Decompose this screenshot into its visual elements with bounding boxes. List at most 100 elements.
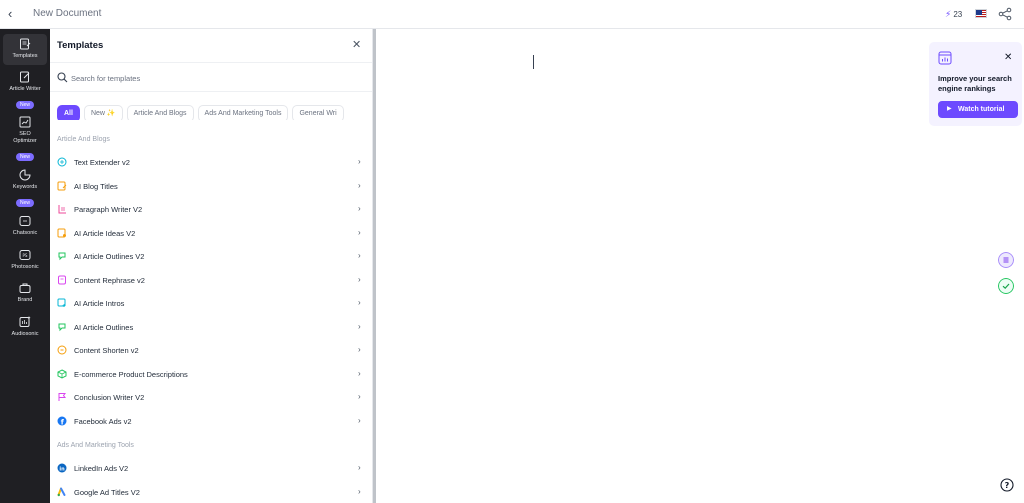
nav-item-audiosonic[interactable]: Audiosonic <box>0 316 50 338</box>
nav-item-seo-optimizer[interactable]: SEO Optimizer New <box>0 116 50 163</box>
template-label: Text Extender v2 <box>74 158 130 167</box>
template-label: Google Ad Titles V2 <box>74 488 140 497</box>
template-row[interactable]: AI Article Ideas V2 › <box>50 222 372 245</box>
template-label: AI Article Outlines <box>74 323 134 332</box>
new-badge: New <box>15 101 34 109</box>
nav-item-templates[interactable]: Templates <box>3 34 47 65</box>
promo-text: Improve your search engine rankings <box>938 74 1012 93</box>
nav-label: Audiosonic <box>11 331 39 337</box>
play-icon: ▶ <box>947 106 952 112</box>
us-flag-icon[interactable] <box>975 9 987 18</box>
template-row[interactable]: Google Ad Titles V2 › <box>50 481 372 503</box>
article-outlines-icon <box>58 252 66 261</box>
list-icon[interactable] <box>998 252 1014 268</box>
search-icon <box>57 72 68 83</box>
template-label: AI Blog Titles <box>74 182 118 191</box>
left-navigation: Templates Article Writer New SEO Optimiz… <box>0 29 50 503</box>
svg-text:?: ? <box>1005 481 1010 490</box>
close-icon[interactable]: ✕ <box>352 38 361 51</box>
nav-item-article-writer[interactable]: Article Writer New <box>0 71 50 111</box>
ecommerce-icon <box>57 369 67 379</box>
article-intros-icon <box>57 298 66 307</box>
share-icon[interactable] <box>998 7 1012 21</box>
nav-item-chatsonic[interactable]: Chatsonic <box>0 215 50 237</box>
template-label: LinkedIn Ads V2 <box>74 464 129 473</box>
article-writer-icon <box>20 71 30 83</box>
chevron-right-icon: › <box>358 251 361 260</box>
template-label: Content Shorten v2 <box>74 346 139 355</box>
nav-label: Chatsonic <box>12 230 38 236</box>
chip-all[interactable]: All <box>57 105 80 120</box>
template-row[interactable]: Conclusion Writer V2 › <box>50 386 372 409</box>
search-input[interactable] <box>71 70 351 86</box>
back-chevron-icon[interactable]: ‹ <box>8 6 22 22</box>
top-bar: ‹ New Document ⚡ 23 <box>0 0 1024 29</box>
template-row[interactable]: Text Extender v2 › <box>50 151 372 174</box>
chip-ads-and-marketing[interactable]: Ads And Marketing Tools <box>197 105 289 120</box>
nav-item-photosonic[interactable]: PS Photosonic <box>0 249 50 271</box>
chevron-right-icon: › <box>358 392 361 401</box>
template-row[interactable]: AI Blog Titles › <box>50 175 372 198</box>
help-icon[interactable]: ? <box>1000 478 1014 492</box>
template-search <box>50 62 372 92</box>
nav-item-brand[interactable]: Brand <box>0 282 50 304</box>
nav-label: Templates <box>12 53 38 59</box>
audiosonic-icon <box>19 316 31 327</box>
chevron-right-icon: › <box>358 345 361 354</box>
template-label: Paragraph Writer V2 <box>74 205 143 214</box>
template-label: Conclusion Writer V2 <box>74 393 145 402</box>
template-label: E-commerce Product Descriptions <box>74 370 188 379</box>
nav-item-keywords[interactable]: Keywords New <box>0 169 50 209</box>
watch-tutorial-button[interactable]: ▶ Watch tutorial <box>938 101 1018 118</box>
credits-count: 23 <box>953 10 963 19</box>
template-row[interactable]: Content Shorten v2 › <box>50 339 372 362</box>
blog-titles-icon <box>57 181 67 191</box>
panel-title: Templates <box>57 40 104 51</box>
new-badge: New <box>15 199 34 207</box>
templates-panel: Templates ✕ AllNew ✨Article And BlogsAds… <box>50 29 373 503</box>
chip-new[interactable]: New ✨ <box>83 105 123 120</box>
template-row[interactable]: Content Rephrase v2 › <box>50 269 372 292</box>
paragraph-writer-icon <box>58 205 66 214</box>
template-row[interactable]: Paragraph Writer V2 › <box>50 198 372 221</box>
template-label: AI Article Intros <box>74 299 125 308</box>
brand-icon <box>19 283 31 293</box>
nav-label: Article Writer <box>9 86 41 92</box>
chevron-right-icon: › <box>358 204 361 213</box>
section-label: Article And Blogs <box>57 136 110 143</box>
chatsonic-icon <box>19 216 31 226</box>
section-label: Ads And Marketing Tools <box>57 442 134 449</box>
svg-text:in: in <box>59 467 65 473</box>
chip-article-and-blogs[interactable]: Article And Blogs <box>126 105 194 120</box>
bolt-icon: ⚡ <box>945 9 952 19</box>
conclusion-writer-icon <box>58 393 66 401</box>
template-row[interactable]: AI Article Outlines V2 › <box>50 245 372 268</box>
close-icon[interactable]: ✕ <box>1004 52 1012 63</box>
nav-label: Photosonic <box>11 264 39 270</box>
chevron-right-icon: › <box>358 416 361 425</box>
template-label: AI Article Outlines V2 <box>74 252 145 261</box>
google-ads-icon <box>57 487 66 497</box>
chevron-right-icon: › <box>358 298 361 307</box>
check-icon[interactable] <box>998 278 1014 294</box>
nav-label: Keywords <box>12 184 38 190</box>
template-label: Facebook Ads v2 <box>74 417 132 426</box>
nav-label: Brand <box>17 297 33 303</box>
credits-indicator[interactable]: ⚡ 23 <box>945 9 962 20</box>
template-row[interactable]: f Facebook Ads v2 › <box>50 410 372 433</box>
templates-icon <box>20 38 31 50</box>
article-ideas-icon <box>57 228 66 238</box>
template-row[interactable]: in LinkedIn Ads V2 › <box>50 457 372 480</box>
chip-general-writing[interactable]: General Wri <box>292 105 344 120</box>
chart-window-icon <box>938 51 952 65</box>
template-row[interactable]: E-commerce Product Descriptions › <box>50 363 372 386</box>
chevron-right-icon: › <box>358 275 361 284</box>
category-chips: All New ✨ Article And Blogs Ads And Marketi… <box>57 102 367 120</box>
template-label: AI Article Ideas V2 <box>74 229 136 238</box>
template-row[interactable]: AI Article Outlines › <box>50 316 372 339</box>
chevron-right-icon: › <box>358 181 361 190</box>
document-title[interactable]: New Document <box>33 8 101 19</box>
template-row[interactable]: AI Article Intros › <box>50 292 372 315</box>
document-editor[interactable]: ✕ Improve your search engine rankings ▶ … <box>376 29 1024 503</box>
text-extender-icon <box>57 157 67 167</box>
